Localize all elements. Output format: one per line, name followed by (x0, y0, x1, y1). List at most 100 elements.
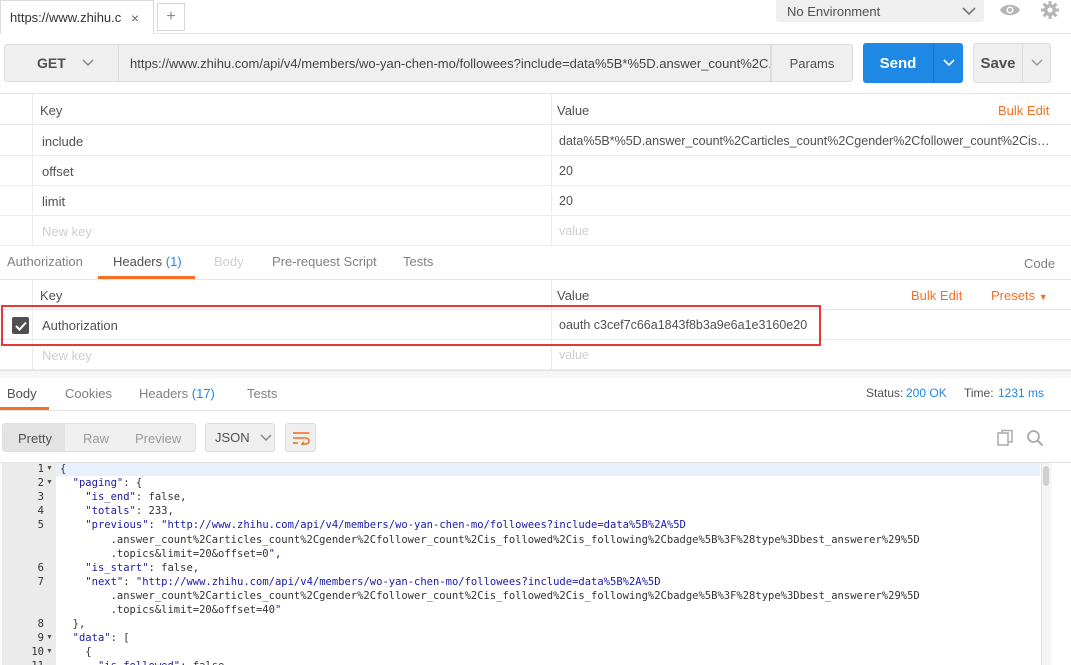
fold-toggle-icon[interactable]: ▼ (46, 479, 53, 486)
search-icon[interactable] (1024, 427, 1046, 449)
code-line: { (60, 463, 67, 475)
params-row[interactable]: include data%5B*%5D.answer_count%2Cartic… (0, 126, 1071, 156)
line-number: 2 (37, 477, 44, 490)
param-value[interactable]: 20 (559, 194, 1054, 208)
code-line: "next": "http://www.zhihu.com/api/v4/mem… (85, 575, 661, 588)
headers-value-header: Value (557, 288, 590, 303)
code-line: "data": [ (72, 632, 130, 645)
close-tab-icon[interactable]: × (131, 10, 139, 26)
tab-tests[interactable]: Tests (403, 254, 433, 269)
code-line: "previous": "http://www.zhihu.com/api/v4… (85, 519, 686, 532)
headers-bulk-edit-link[interactable]: Bulk Edit (911, 288, 962, 303)
fold-toggle-icon[interactable]: ▼ (46, 648, 53, 655)
tab-headers-label: Headers (113, 254, 163, 269)
response-tab-headers[interactable]: Headers (17) (139, 386, 215, 401)
param-value[interactable]: data%5B*%5D.answer_count%2Carticles_coun… (559, 134, 1054, 148)
save-button[interactable]: Save (973, 43, 1023, 83)
request-subtabs: Authorization Headers (1) Body Pre-reque… (0, 246, 1071, 280)
code-line: .answer_count%2Carticles_count%2Cgender%… (60, 533, 920, 546)
response-tab-tests[interactable]: Tests (247, 386, 277, 401)
response-tab-body[interactable]: Body (7, 386, 37, 401)
raw-button[interactable]: Raw (83, 431, 109, 446)
panel-divider (0, 370, 1071, 378)
code-line: "is_followed": false, (60, 660, 231, 665)
code-line: }, (60, 618, 86, 631)
param-value[interactable]: 20 (559, 164, 1054, 178)
tab-body[interactable]: Body (214, 254, 244, 269)
code-line: .answer_count%2Carticles_count%2Cgender%… (60, 589, 920, 602)
tab-authorization[interactable]: Authorization (7, 254, 83, 269)
params-button[interactable]: Params (771, 44, 853, 82)
gear-icon[interactable] (1037, 0, 1063, 20)
code-line: .topics&limit=20&offset=0", (60, 547, 282, 560)
method-select[interactable]: GET (4, 44, 118, 82)
line-number: 1 (37, 463, 44, 475)
tab-prerequest-script[interactable]: Pre-request Script (272, 254, 377, 269)
response-tab-cookies[interactable]: Cookies (65, 386, 112, 401)
chevron-down-icon (962, 6, 976, 15)
line-number: 7 (37, 575, 44, 588)
preview-button[interactable]: Preview (135, 431, 181, 446)
wrap-lines-icon (292, 431, 310, 445)
chevron-down-icon (1030, 59, 1043, 67)
time-label: Time: (964, 386, 994, 400)
url-input[interactable]: https://www.zhihu.com/api/v4/members/wo-… (118, 44, 771, 82)
code-line: "paging": { (72, 477, 143, 490)
chevron-down-icon (82, 59, 94, 67)
param-key[interactable]: include (42, 134, 83, 149)
header-new-value-input[interactable]: value (559, 348, 1054, 362)
line-number: 9 (37, 632, 44, 645)
fold-toggle-icon[interactable]: ▼ (46, 634, 53, 641)
request-tab-label: https://www.zhihu.c (10, 10, 122, 25)
param-new-key-input[interactable]: New key (42, 224, 92, 239)
pretty-button[interactable]: Pretty (18, 431, 52, 446)
current-line-highlight (56, 463, 1040, 476)
response-tab-headers-count: (17) (191, 386, 215, 401)
header-new-key-input[interactable]: New key (42, 348, 92, 363)
param-key[interactable]: offset (42, 164, 74, 179)
chevron-down-icon (260, 433, 272, 441)
format-value: JSON (215, 430, 250, 445)
save-options-button[interactable] (1023, 43, 1051, 83)
copy-icon[interactable] (994, 427, 1016, 449)
send-button[interactable]: Send (863, 43, 933, 83)
wrap-lines-button[interactable] (285, 423, 316, 452)
send-options-button[interactable] (933, 43, 963, 83)
fold-toggle-icon[interactable]: ▼ (46, 465, 53, 472)
line-number: 5 (37, 519, 44, 532)
scrollbar-thumb[interactable] (1043, 466, 1049, 486)
eye-icon[interactable] (996, 0, 1024, 20)
format-select[interactable]: JSON (205, 423, 275, 452)
environment-select[interactable]: No Environment (776, 0, 984, 22)
line-number: 4 (37, 505, 44, 518)
time-value: 1231 ms (998, 386, 1045, 400)
response-tabs: Body Cookies Headers (17) Tests Status: … (0, 378, 1071, 411)
request-tab[interactable]: https://www.zhihu.c × (0, 0, 154, 34)
presets-dropdown[interactable]: Presets ▼ (991, 288, 1048, 303)
params-row[interactable]: limit 20 (0, 186, 1071, 216)
params-row[interactable]: offset 20 (0, 156, 1071, 186)
response-tab-headers-label: Headers (139, 386, 189, 401)
active-tab-indicator (0, 407, 49, 410)
param-new-value-input[interactable]: value (559, 224, 1054, 238)
status-label: Status: (866, 386, 904, 400)
code-line: "is_end": false, (85, 491, 187, 504)
vertical-scrollbar[interactable] (1041, 463, 1051, 665)
param-key[interactable]: limit (42, 194, 65, 209)
column-divider (32, 94, 33, 246)
params-bulk-edit-link[interactable]: Bulk Edit (998, 103, 1049, 118)
method-value: GET (37, 55, 66, 71)
code-link[interactable]: Code (1024, 256, 1055, 271)
tab-headers[interactable]: Headers (1) (113, 254, 182, 269)
highlight-box (1, 305, 821, 346)
params-key-header: Key (40, 103, 63, 118)
caret-down-icon: ▼ (1038, 292, 1048, 302)
line-number-gutter: 1▼2▼3456789▼10▼11 (2, 462, 56, 665)
line-number: 8 (37, 618, 44, 631)
new-tab-button[interactable]: + (157, 3, 185, 31)
line-number: 6 (37, 561, 44, 574)
params-new-row[interactable]: New key value (0, 216, 1071, 246)
view-mode-group: Pretty Raw Preview (2, 423, 196, 452)
status-value: 200 OK (906, 386, 947, 400)
code-line: "is_start": false, (85, 561, 200, 574)
